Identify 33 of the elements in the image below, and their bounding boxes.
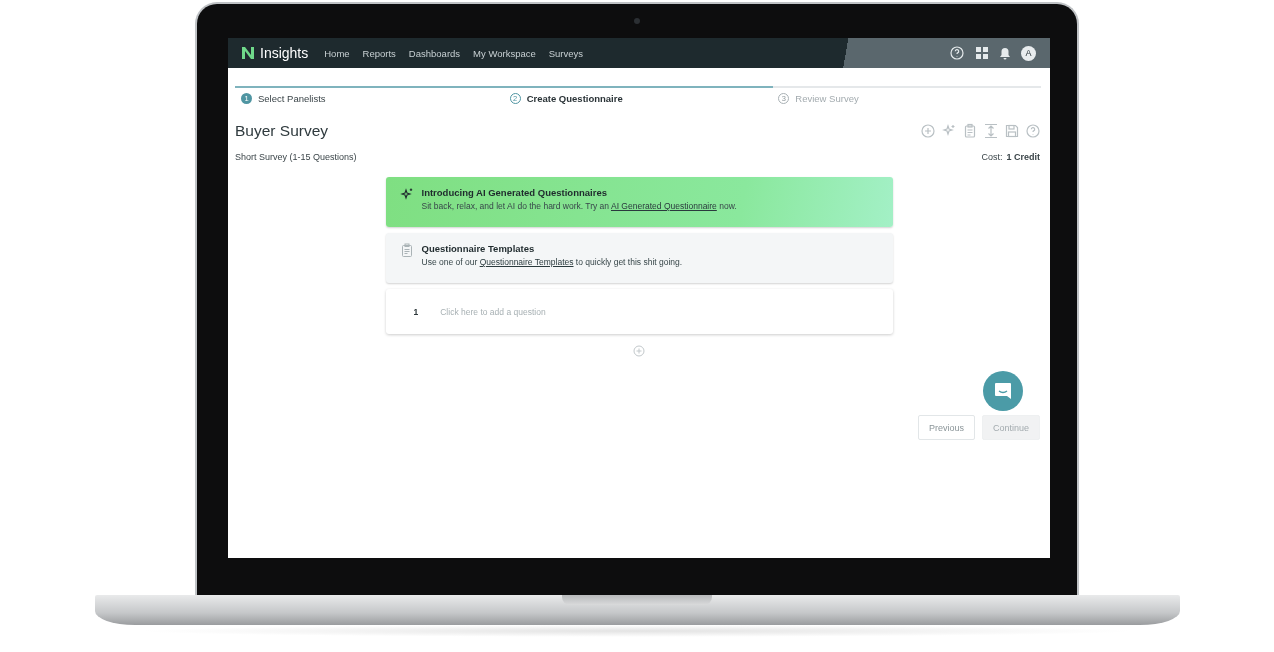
apps-grid-icon[interactable] (975, 46, 989, 60)
banner-title: Introducing AI Generated Questionnaires (421, 187, 608, 198)
clipboard-icon[interactable] (962, 123, 978, 139)
save-icon[interactable] (1004, 123, 1020, 139)
add-icon[interactable] (920, 123, 936, 139)
bell-icon[interactable] (999, 46, 1011, 60)
logo-icon (240, 45, 256, 61)
banner-link[interactable]: AI Generated Questionnaire (610, 201, 717, 211)
user-avatar[interactable]: A (1021, 45, 1036, 61)
step-tab[interactable]: Select Panelists (258, 93, 326, 104)
nav-link[interactable]: Dashboards (408, 47, 461, 59)
nav-link[interactable]: Reports (362, 47, 396, 59)
nav-link[interactable]: Home (324, 47, 350, 59)
expand-icon[interactable] (983, 123, 999, 139)
step-tab[interactable]: Create Questionnaire (526, 93, 623, 104)
brand-name[interactable]: Insights (260, 45, 309, 61)
question-field[interactable]: Click here to add a question (440, 306, 741, 317)
question-number: 1 (413, 306, 419, 317)
camera-dot (634, 18, 640, 24)
add-question-icon[interactable] (633, 345, 645, 357)
nav-link[interactable]: My Workspace (473, 47, 536, 59)
sparkle-icon (399, 187, 414, 201)
nav-link[interactable]: Surveys (548, 47, 584, 59)
chat-icon[interactable] (983, 371, 1023, 411)
clipboard-icon (399, 243, 414, 257)
cost-value: 1 Credit (1006, 152, 1040, 162)
survey-title: Buyer Survey (235, 122, 329, 140)
banner-text: Use one of our Questionnaire Templates to quickly get this shit going. (421, 257, 683, 267)
banner-title: Questionnaire Templates (421, 243, 536, 254)
survey-length: Short Survey (1-15 Questions) (235, 152, 357, 162)
cost-label: Cost: (981, 152, 1003, 162)
banner-link[interactable]: Questionnaire Templates (479, 257, 574, 267)
banner-text: Sit back, relax, and let AI do the hard work. Try an AI Generated Questionnaire now. (421, 201, 737, 211)
